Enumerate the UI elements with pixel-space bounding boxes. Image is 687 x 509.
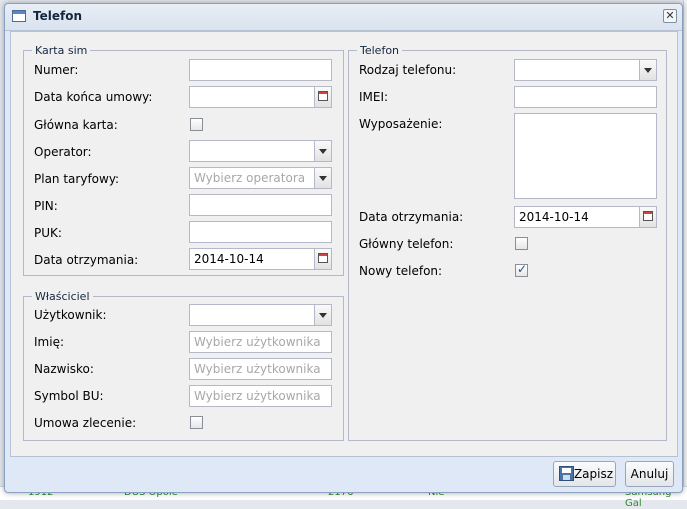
imie-input[interactable]: Wybierz użytkownika [189, 331, 332, 353]
rodzaj-telefonu-label: Rodzaj telefonu: [359, 63, 457, 77]
glowna-karta-checkbox[interactable] [190, 118, 203, 131]
dialog-footer: Zapisz Anuluj [5, 459, 682, 493]
operator-label: Operator: [34, 145, 92, 159]
sim-data-otrzymania-input[interactable]: 2014-10-14 [189, 248, 332, 270]
floppy-disk-icon [559, 466, 574, 481]
dialog-body: Karta sim Numer: Data końca umowy: Główn… [10, 31, 678, 457]
calendar-icon [318, 253, 328, 263]
checkmark-icon: ✓ [517, 262, 528, 276]
data-konca-label: Data końca umowy: [34, 90, 153, 104]
nazwisko-label: Nazwisko: [34, 362, 94, 376]
symbol-bu-label: Symbol BU: [34, 389, 104, 403]
glowna-karta-label: Główna karta: [34, 118, 118, 132]
sim-data-otrzymania-calendar-button[interactable] [314, 249, 331, 269]
cancel-button[interactable]: Anuluj [625, 461, 674, 487]
nowy-telefon-checkbox[interactable]: ✓ [515, 262, 528, 277]
plan-taryfowy-dropdown-button[interactable] [314, 168, 331, 188]
umowa-zlecenie-checkbox[interactable] [190, 416, 203, 429]
dialog-titlebar[interactable]: Telefon ✕ [5, 4, 682, 31]
plan-taryfowy-placeholder: Wybierz operatora [194, 171, 306, 185]
puk-input[interactable] [189, 221, 332, 243]
rodzaj-telefonu-dropdown-button[interactable] [639, 60, 656, 80]
symbol-bu-input[interactable]: Wybierz użytkownika [189, 385, 332, 407]
pin-input[interactable] [189, 194, 332, 216]
umowa-zlecenie-label: Umowa zlecenie: [34, 416, 137, 430]
phone-data-otrzymania-value: 2014-10-14 [519, 210, 589, 224]
uzytkownik-select[interactable] [189, 304, 332, 326]
save-button-label: Zapisz [573, 467, 614, 481]
chevron-down-icon [319, 176, 327, 181]
glowny-telefon-label: Główny telefon: [359, 237, 454, 251]
uzytkownik-dropdown-button[interactable] [314, 305, 331, 325]
plan-taryfowy-select[interactable]: Wybierz operatora [189, 167, 332, 189]
nowy-telefon-label: Nowy telefon: [359, 264, 443, 278]
sim-card-legend: Karta sim [35, 44, 88, 57]
imei-label: IMEI: [359, 90, 389, 104]
sim-data-otrzymania-value: 2014-10-14 [194, 252, 264, 266]
close-button[interactable]: ✕ [663, 9, 677, 23]
phone-legend: Telefon [360, 44, 400, 57]
background-grid-edge [683, 0, 687, 499]
numer-label: Numer: [34, 63, 79, 77]
calendar-icon [318, 91, 328, 101]
puk-label: PUK: [34, 226, 62, 240]
numer-input[interactable] [189, 59, 332, 81]
nazwisko-input[interactable]: Wybierz użytkownika [189, 358, 332, 380]
operator-select[interactable] [189, 140, 332, 162]
calendar-icon [643, 211, 653, 221]
owner-legend: Właściciel [35, 290, 90, 303]
chevron-down-icon [319, 149, 327, 154]
phone-data-otrzymania-label: Data otrzymania: [359, 210, 464, 224]
cancel-button-label: Anuluj [630, 467, 669, 481]
plan-taryfowy-label: Plan taryfowy: [34, 172, 120, 186]
save-button[interactable]: Zapisz [553, 461, 616, 487]
window-icon [12, 10, 26, 22]
dialog-title: Telefon [33, 9, 82, 23]
operator-dropdown-button[interactable] [314, 141, 331, 161]
phone-data-otrzymania-input[interactable]: 2014-10-14 [514, 206, 657, 228]
sim-data-otrzymania-label: Data otrzymania: [34, 253, 139, 267]
chevron-down-icon [319, 313, 327, 318]
wyposazenie-textarea[interactable] [514, 113, 657, 199]
wyposazenie-label: Wyposażenie: [359, 117, 443, 131]
imie-label: Imię: [34, 335, 64, 349]
data-konca-input[interactable] [189, 86, 332, 108]
close-icon: ✕ [665, 9, 675, 22]
glowny-telefon-checkbox[interactable] [515, 237, 528, 250]
chevron-down-icon [644, 68, 652, 73]
imei-input[interactable] [514, 86, 657, 108]
data-konca-calendar-button[interactable] [314, 87, 331, 107]
phone-data-otrzymania-calendar-button[interactable] [639, 207, 656, 227]
uzytkownik-label: Użytkownik: [34, 308, 107, 322]
rodzaj-telefonu-select[interactable] [514, 59, 657, 81]
telefon-dialog: Telefon ✕ Karta sim Numer: Data końca um… [4, 3, 683, 493]
pin-label: PIN: [34, 199, 58, 213]
